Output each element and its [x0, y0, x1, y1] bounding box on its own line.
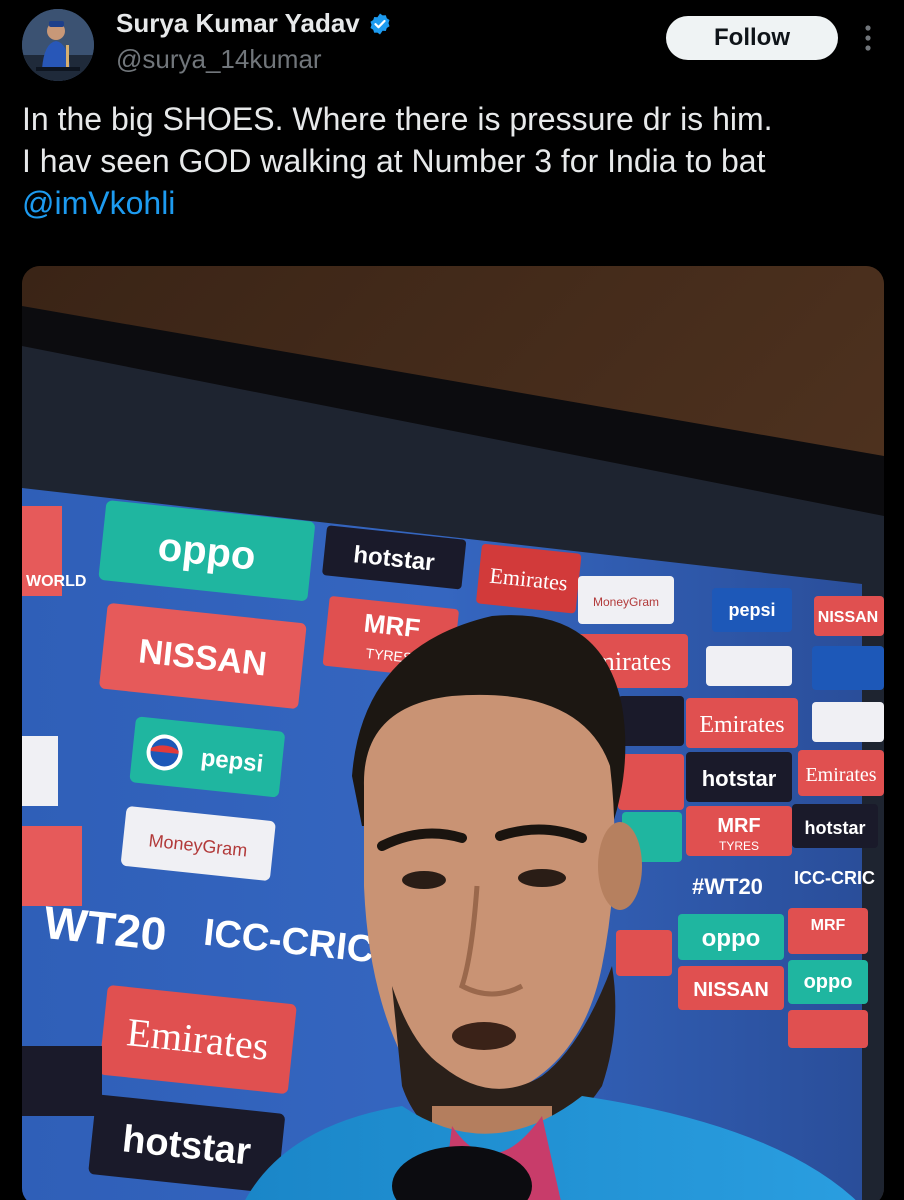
- board-mrf-3: MRF: [811, 917, 846, 934]
- board-nissan-3: NISSAN: [693, 979, 769, 1001]
- board-emirates-4: Emirates: [699, 712, 784, 738]
- board-mrf-2: MRF: [717, 815, 760, 837]
- author-display-name[interactable]: Surya Kumar Yadav: [116, 8, 360, 39]
- mention-link[interactable]: @imVkohli: [22, 182, 892, 224]
- board-moneygram-2: MoneyGram: [593, 595, 659, 609]
- follow-button[interactable]: Follow: [666, 16, 838, 60]
- more-options-button[interactable]: [856, 20, 880, 56]
- author-name-line: Surya Kumar Yadav: [116, 8, 392, 39]
- tweet-text-line-2: I hav seen GOD walking at Number 3 for I…: [22, 143, 766, 179]
- board-emirates-5: Emirates: [805, 764, 876, 786]
- board-mrf-sub-2: TYRES: [719, 839, 759, 853]
- board-mrf-1: MRF: [362, 608, 421, 644]
- tweet-text: In the big SHOES. Where there is pressur…: [22, 98, 892, 224]
- vertical-ellipsis-icon: [865, 25, 871, 51]
- board-oppo-3: oppo: [804, 971, 853, 993]
- board-nissan-2: NISSAN: [818, 609, 878, 626]
- board-icc-2: ICC-CRIC: [794, 868, 875, 888]
- tv-screen-photo-icon: oppo hotstar Emirates NISSAN MRF TYRES p…: [22, 266, 884, 1200]
- board-hotstar-4: hotstar: [804, 818, 865, 838]
- verified-badge-icon: [370, 13, 390, 34]
- board-pepsi-2: pepsi: [728, 600, 775, 620]
- author-avatar[interactable]: [22, 9, 94, 81]
- board-oppo-2: oppo: [702, 925, 761, 952]
- tweet-header: Surya Kumar Yadav @surya_14kumar Follow: [0, 0, 904, 90]
- tweet-media-photo[interactable]: oppo hotstar Emirates NISSAN MRF TYRES p…: [22, 266, 884, 1200]
- board-hashtag: #WT20: [692, 874, 763, 899]
- board-hotstar-3: hotstar: [702, 766, 777, 791]
- author-handle[interactable]: @surya_14kumar: [116, 44, 322, 75]
- avatar-photo-icon: [22, 9, 94, 81]
- tweet-text-line-1: In the big SHOES. Where there is pressur…: [22, 101, 773, 137]
- board-world: WORLD: [26, 573, 86, 590]
